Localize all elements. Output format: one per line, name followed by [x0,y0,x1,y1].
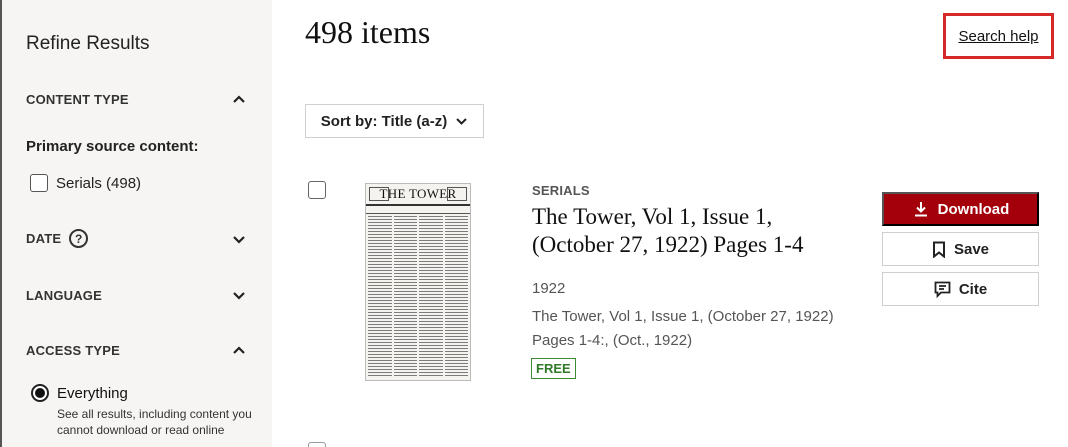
bookmark-icon [932,241,945,258]
radio-selected-dot [35,388,45,398]
chevron-down-icon[interactable] [230,286,248,304]
free-badge: FREE [531,358,576,379]
sort-dropdown[interactable]: Sort by: Title (a-z) [305,104,484,138]
facet-access-type[interactable]: ACCESS TYPE [26,341,248,359]
facet-access-type-label: ACCESS TYPE [26,342,120,358]
item-type: SERIALS [532,183,590,198]
access-everything-radio-row[interactable]: Everything [31,384,128,402]
chevron-up-icon[interactable] [230,90,248,108]
cite-icon [934,281,951,298]
access-everything-radio[interactable] [31,384,49,402]
masthead-box-left [369,187,389,201]
chevron-up-icon[interactable] [230,341,248,359]
chevron-down-icon[interactable] [230,230,248,248]
save-label: Save [953,240,990,258]
thumbnail-column [368,216,392,377]
thumbnail-column [419,216,443,377]
download-button[interactable]: Download [882,192,1039,226]
thumbnail-title: THE TOWER [379,186,457,201]
facet-content-type[interactable]: CONTENT TYPE [26,90,248,108]
sidebar-title: Refine Results [26,33,150,54]
facet-date-label: DATE [26,231,62,246]
save-button[interactable]: Save [882,232,1039,266]
facet-date[interactable]: DATE ? [26,229,248,248]
facet-language[interactable]: LANGUAGE [26,286,248,304]
thumbnail-columns [368,216,468,377]
chevron-down-icon [456,117,467,125]
item-select-checkbox[interactable] [308,181,326,199]
access-everything-label: Everything [57,384,128,402]
help-circle-icon[interactable]: ? [69,229,89,248]
search-help-highlight: Search help [943,13,1054,59]
next-item-select-checkbox[interactable] [308,442,326,447]
thumbnail-column [393,216,417,377]
facet-content-type-label: CONTENT TYPE [26,91,129,107]
serials-checkbox-label: Serials (498) [56,174,142,192]
facet-date-label-group: DATE ? [26,229,89,248]
cite-label: Cite [958,280,988,298]
download-label: Download [937,200,1010,218]
sort-label: Sort by: Title (a-z) [320,112,448,130]
refine-sidebar: Refine Results CONTENT TYPE Primary sour… [0,0,272,447]
thumbnail-masthead: THE TOWER [366,184,470,206]
cite-button[interactable]: Cite [882,272,1039,306]
thumbnail-dateline [366,208,470,214]
primary-source-heading: Primary source content: [26,138,199,155]
results-count: 498 items [305,14,431,50]
item-thumbnail[interactable]: THE TOWER [365,183,471,381]
access-everything-description: See all results, including content you c… [57,407,252,437]
download-icon [914,202,927,217]
masthead-box-right [447,187,467,201]
item-pages: Pages 1-4:, (Oct., 1922) [532,332,693,349]
serials-checkbox-row[interactable]: Serials (498) [30,174,141,192]
item-title-link[interactable]: The Tower, Vol 1, Issue 1, (October 27, … [532,203,832,259]
thumbnail-column [444,216,468,377]
facet-language-label: LANGUAGE [26,287,102,303]
serials-checkbox[interactable] [30,174,48,192]
item-year: 1922 [532,280,566,297]
item-source: The Tower, Vol 1, Issue 1, (October 27, … [532,308,834,325]
search-help-link[interactable]: Search help [958,28,1038,45]
